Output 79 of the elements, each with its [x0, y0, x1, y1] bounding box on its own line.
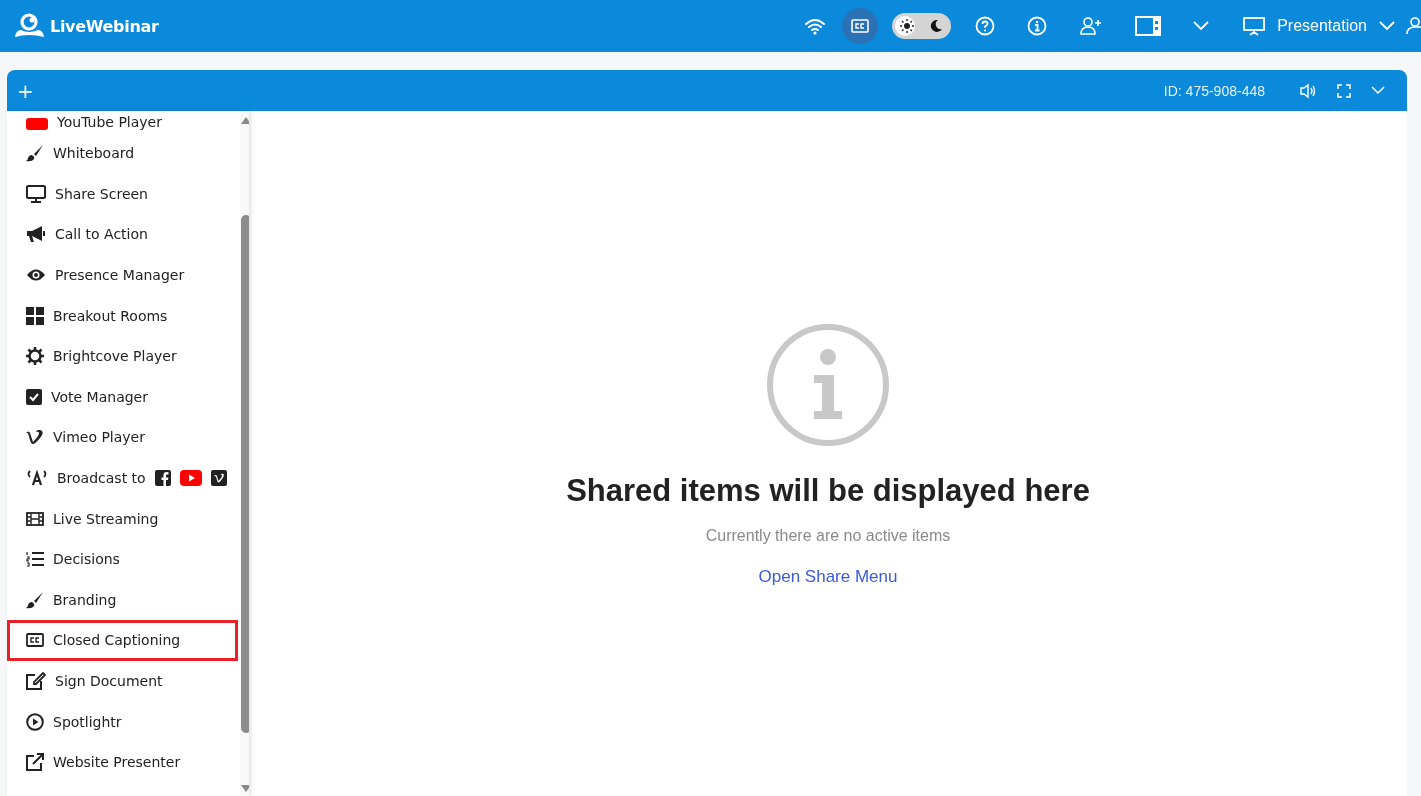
- share-menu-label: Spotlightr: [53, 713, 122, 730]
- share-menu-label: Breakout Rooms: [53, 307, 168, 324]
- logo-icon: [14, 13, 46, 39]
- share-menu-label: Live Streaming: [53, 510, 159, 527]
- chevron-down-icon[interactable]: [1193, 21, 1210, 31]
- chevron-down-icon: [1379, 21, 1395, 31]
- share-menu-label: Sign Document: [55, 673, 163, 689]
- share-menu-item[interactable]: Closed Captioning: [7, 620, 238, 661]
- share-menu-item[interactable]: Breakout Rooms: [7, 295, 238, 336]
- film-icon: [26, 511, 44, 526]
- share-menu-label: YouTube Player: [57, 114, 162, 130]
- scroll-up-arrow-icon[interactable]: [239, 115, 249, 125]
- share-menu-label: Broadcast to: [57, 470, 146, 487]
- share-menu-item[interactable]: Decisions: [7, 538, 238, 580]
- share-menu-label: Branding: [53, 591, 117, 608]
- help-icon[interactable]: [975, 16, 996, 36]
- share-menu-item[interactable]: Share Screen: [7, 173, 238, 215]
- share-menu-label: Presence Manager: [55, 267, 185, 284]
- share-menu-label: Vimeo Player: [53, 429, 145, 446]
- gear-icon: [26, 347, 44, 366]
- vimeo-icon: [26, 430, 44, 445]
- speaker-icon[interactable]: [1299, 82, 1317, 99]
- share-menu-item[interactable]: Branding: [7, 579, 238, 621]
- captions-icon: [26, 633, 44, 648]
- share-menu-item[interactable]: Vote Manager: [7, 376, 238, 418]
- share-menu-label: Website Presenter: [53, 754, 181, 771]
- scrollbar[interactable]: [239, 111, 249, 796]
- share-menu-label: Whiteboard: [53, 145, 135, 162]
- numbered-list-icon: [26, 551, 44, 568]
- eye-icon: [26, 268, 46, 283]
- share-menu-item[interactable]: Website Presenter: [7, 741, 238, 783]
- info-icon[interactable]: [1027, 16, 1048, 36]
- layout-icon[interactable]: [1135, 16, 1162, 36]
- share-menu-item[interactable]: YouTube Player: [7, 111, 238, 133]
- presentation-dropdown[interactable]: Presentation: [1235, 16, 1395, 36]
- megaphone-icon: [26, 225, 46, 244]
- empty-state-title: Shared items will be displayed here: [566, 473, 1090, 509]
- grid-icon: [26, 306, 44, 325]
- share-menu-label: Share Screen: [55, 185, 148, 202]
- info-icon: [766, 323, 890, 447]
- share-menu-label: Call to Action: [55, 226, 148, 243]
- users-icon[interactable]: [1405, 16, 1421, 36]
- vimeo-icon: [210, 470, 227, 487]
- wifi-icon[interactable]: [804, 17, 827, 35]
- edit-icon: [26, 672, 46, 690]
- share-menu-item[interactable]: Sign Document: [7, 660, 238, 702]
- open-share-menu-link[interactable]: Open Share Menu: [758, 567, 898, 587]
- moon-icon: [929, 19, 944, 33]
- meeting-id: ID: 475-908-448: [1163, 82, 1265, 99]
- broadcast-icon: [26, 470, 48, 487]
- share-menu-label: Closed Captioning: [53, 632, 181, 649]
- chevron-down-icon[interactable]: [1371, 86, 1385, 95]
- presentation-icon: [1243, 16, 1266, 36]
- share-menu-label: Decisions: [53, 551, 120, 568]
- checkbox-icon: [26, 388, 42, 405]
- monitor-icon: [26, 184, 46, 203]
- share-menu-label: Vote Manager: [51, 388, 148, 405]
- scroll-down-arrow-icon[interactable]: [239, 784, 249, 794]
- share-menu-item[interactable]: Brightcove Player: [7, 335, 238, 377]
- external-link-icon: [26, 753, 44, 772]
- captions-icon: [851, 19, 870, 33]
- share-menu-item[interactable]: Presence Manager: [7, 254, 238, 296]
- add-button[interactable]: +: [17, 80, 34, 101]
- add-user-icon[interactable]: [1079, 16, 1104, 36]
- facebook-icon: [154, 470, 171, 487]
- empty-state-subtitle: Currently there are no active items: [705, 527, 951, 545]
- share-menu-item[interactable]: Spotlightr: [7, 701, 238, 742]
- share-menu-item[interactable]: Vimeo Player: [7, 417, 238, 458]
- share-menu-item[interactable]: Live Streaming: [7, 498, 238, 539]
- play-circle-icon: [26, 712, 44, 731]
- fullscreen-icon[interactable]: [1337, 83, 1351, 98]
- theme-toggle[interactable]: [892, 13, 952, 39]
- share-menu-item[interactable]: Call to Action: [7, 214, 238, 255]
- share-menu-item[interactable]: Broadcast to: [7, 457, 238, 499]
- logo-text: LiveWebinar: [50, 16, 159, 36]
- sun-icon: [899, 19, 914, 33]
- share-menu-label: Brightcove Player: [53, 348, 177, 365]
- share-menu-item[interactable]: Whiteboard: [7, 133, 238, 174]
- captions-button[interactable]: [842, 8, 879, 44]
